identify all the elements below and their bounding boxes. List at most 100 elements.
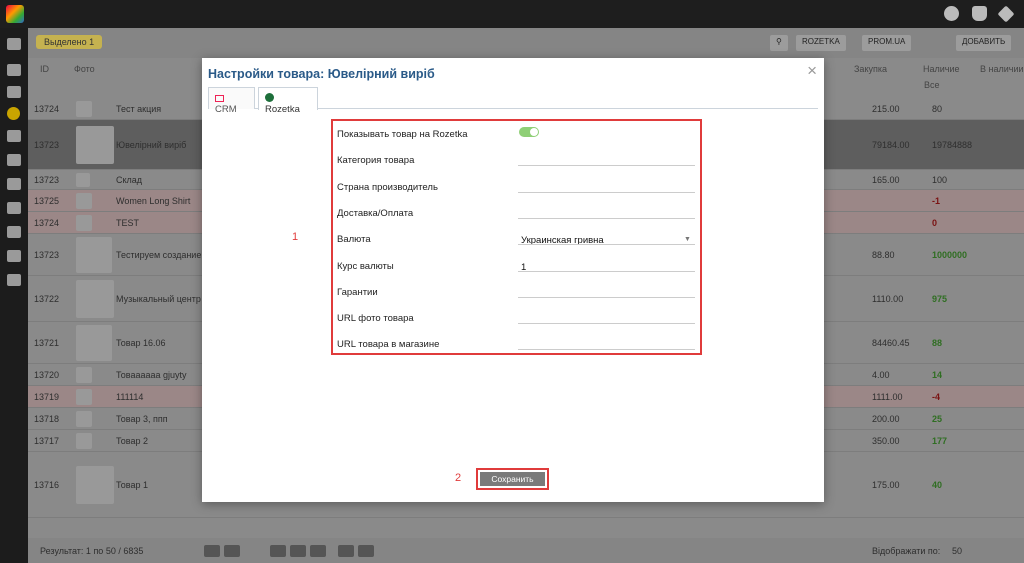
per-page-select[interactable]: 50 [952,546,962,556]
row-id: 13723 [34,140,60,150]
stock-qty: 100 [932,175,948,185]
tab-rozetka[interactable]: Rozetka [258,87,318,115]
search-button[interactable]: ⚲ [770,35,788,51]
field-country: Страна производитель [333,176,700,202]
field-warranty: Гарантии [333,281,700,307]
close-icon[interactable]: × [807,62,817,80]
warranty-input[interactable] [518,297,695,298]
product-photo[interactable] [76,433,92,449]
field-shop-url: URL товара в магазине [333,333,700,359]
stock-qty: 40 [932,480,943,490]
sidebar-item-integrations-icon[interactable] [7,250,21,262]
product-name[interactable]: Товар 1 [116,480,148,490]
product-photo[interactable] [76,280,114,318]
product-name[interactable]: TEST [116,218,139,228]
product-photo[interactable] [76,325,112,361]
sidebar-item-info-icon[interactable] [7,226,21,238]
sidebar-item-reports-icon[interactable] [7,178,21,190]
product-name[interactable]: Склад [116,175,142,185]
product-name[interactable]: Ювелірний виріб [116,140,186,150]
product-photo[interactable] [76,466,114,504]
sidebar-item-clients-icon[interactable] [7,86,21,98]
col-in-stock[interactable]: В наличии [980,64,1024,74]
sidebar-item-products-icon[interactable] [7,107,20,120]
stock-qty: 0 [932,218,938,228]
page-next-button[interactable] [338,545,354,557]
sidebar-item-monitor-icon[interactable] [7,38,21,50]
stock-qty: 177 [932,436,948,446]
photo-url-input[interactable] [518,323,695,324]
product-photo[interactable] [76,367,92,383]
product-photo[interactable] [76,193,92,209]
settings-icon[interactable] [997,5,1015,23]
sidebar-item-help-icon[interactable] [7,274,21,286]
page-1-button[interactable] [270,545,286,557]
products-toolbar: Выделено 1 ⚲ ROZETKA PROM.UA ДОБАВИТЬ [28,28,1024,58]
prom-button[interactable]: PROM.UA [862,35,912,51]
row-id: 13720 [34,370,60,380]
sidebar-item-chat-icon[interactable] [7,130,21,142]
product-photo[interactable] [76,237,112,273]
sidebar-item-orders-icon[interactable] [7,64,21,76]
product-photo[interactable] [76,411,92,427]
page-prev-button[interactable] [224,545,240,557]
category-input[interactable] [518,165,695,166]
col-stock[interactable]: Наличие [923,64,960,74]
product-name[interactable]: Товар 2 [116,436,148,446]
product-name[interactable]: Тест акция [116,104,161,114]
page-2-button[interactable] [290,545,306,557]
tab-crm[interactable]: CRM [208,87,255,115]
product-photo[interactable] [76,389,92,405]
page-last-button[interactable] [358,545,374,557]
chevron-down-icon[interactable]: ▼ [684,236,691,243]
bell-icon[interactable] [972,6,987,21]
product-name[interactable]: Товар 16.06 [116,338,166,348]
selected-badge[interactable]: Выделено 1 [36,35,103,49]
product-name[interactable]: Товар 3, ппп [116,414,168,424]
row-id: 13716 [34,480,60,490]
purchase-price: 215.00 [872,104,900,114]
table-footer: Результат: 1 по 50 / 6835 Відображати по… [28,538,1024,563]
result-count: Результат: 1 по 50 / 6835 [40,546,144,556]
col-stock-filter[interactable]: Все [924,80,940,90]
rozetka-icon [265,93,274,102]
sidebar [0,28,28,563]
product-name[interactable]: Women Long Shirt [116,196,190,206]
shop-url-input[interactable] [518,349,695,350]
rozetka-settings-form: Показывать товар на Rozetka Категория то… [331,119,702,355]
row-id: 13723 [34,250,60,260]
purchase-price: 200.00 [872,414,900,424]
user-icon[interactable] [944,6,959,21]
sidebar-item-marketing-icon[interactable] [7,154,21,166]
delivery-input[interactable] [518,218,695,219]
product-name[interactable]: Музыкальный центр [116,294,201,304]
stock-qty: 14 [932,370,943,380]
product-photo[interactable] [76,173,90,187]
product-name[interactable]: Товаааааа gjuyty [116,370,187,380]
col-id[interactable]: ID [40,64,49,74]
purchase-price: 165.00 [872,175,900,185]
row-id: 13719 [34,392,60,402]
product-photo[interactable] [76,101,92,117]
col-photo[interactable]: Фото [74,64,95,74]
col-purchase[interactable]: Закупка [854,64,887,74]
page-first-button[interactable] [204,545,220,557]
show-on-rozetka-toggle[interactable] [519,127,539,137]
mail-icon [215,95,224,102]
sidebar-item-settings-icon[interactable] [7,202,21,214]
rozetka-button[interactable]: ROZETKA [796,35,846,51]
product-photo[interactable] [76,126,114,164]
page-3-button[interactable] [310,545,326,557]
stock-qty: -4 [932,392,941,402]
product-name[interactable]: 111114 [116,392,143,402]
row-id: 13722 [34,294,60,304]
field-category: Категория товара [333,149,700,175]
app-logo-icon[interactable] [6,5,24,23]
add-button[interactable]: ДОБАВИТЬ [956,35,1012,51]
stock-qty: 1000000 [932,250,968,260]
save-button[interactable]: Сохранить [480,472,545,486]
product-name[interactable]: Тестируем создание [116,250,201,260]
field-photo-url: URL фото товара [333,307,700,333]
product-photo[interactable] [76,215,92,231]
country-input[interactable] [518,192,695,193]
